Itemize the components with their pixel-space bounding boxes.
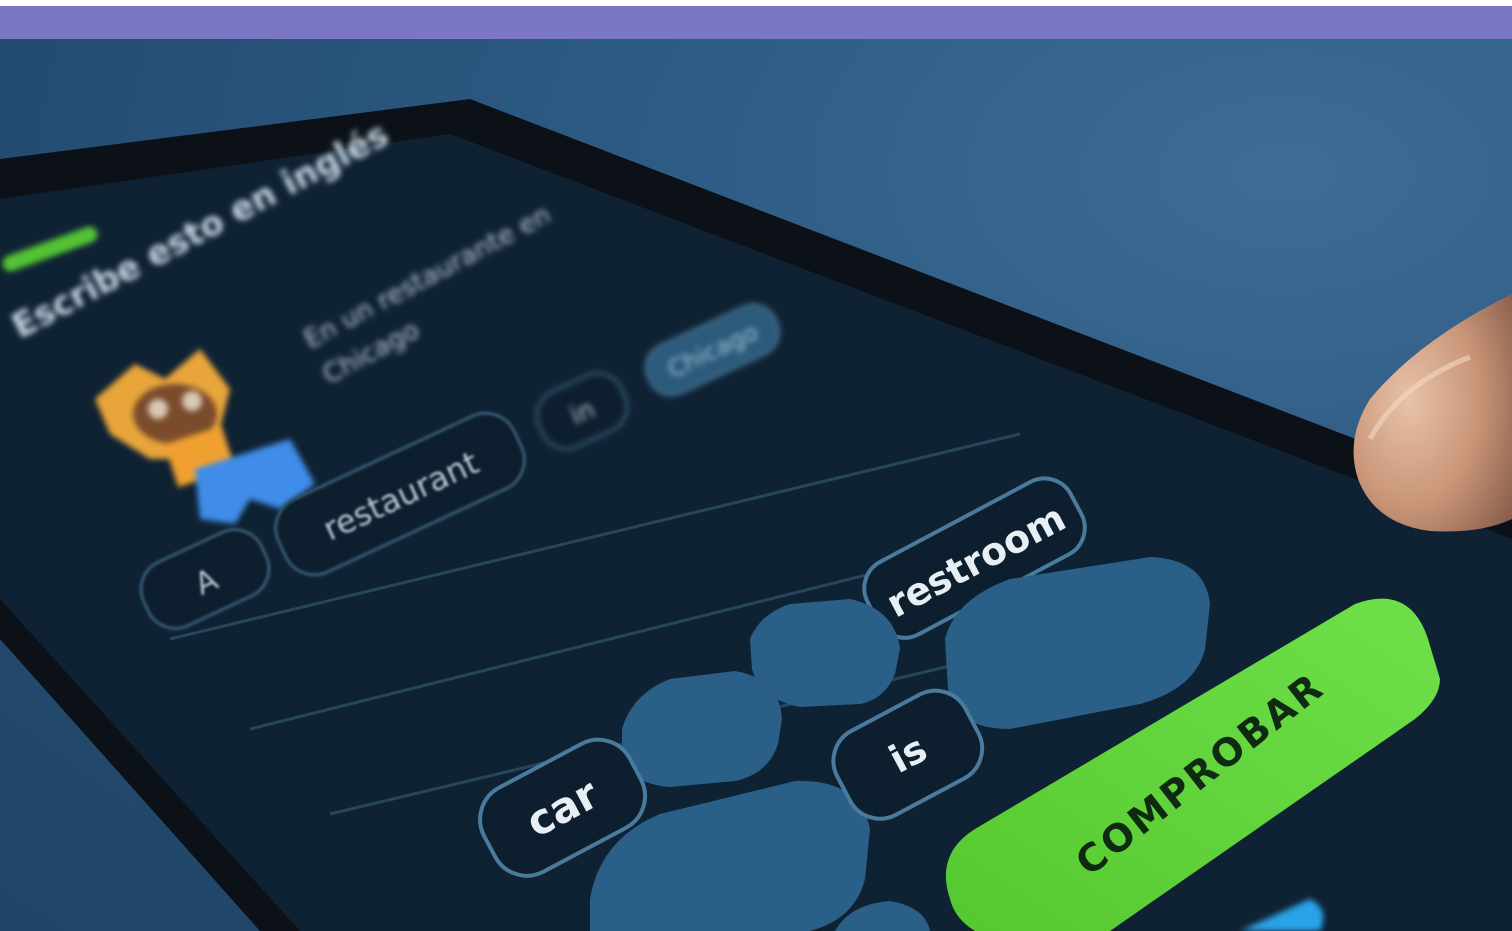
finger — [1353, 294, 1512, 532]
header-banner — [0, 6, 1512, 39]
phone-photo: Escribe esto en inglés En un restaurante… — [0, 39, 1512, 931]
photo-scene: Escribe esto en inglés En un restaurante… — [0, 99, 1512, 931]
